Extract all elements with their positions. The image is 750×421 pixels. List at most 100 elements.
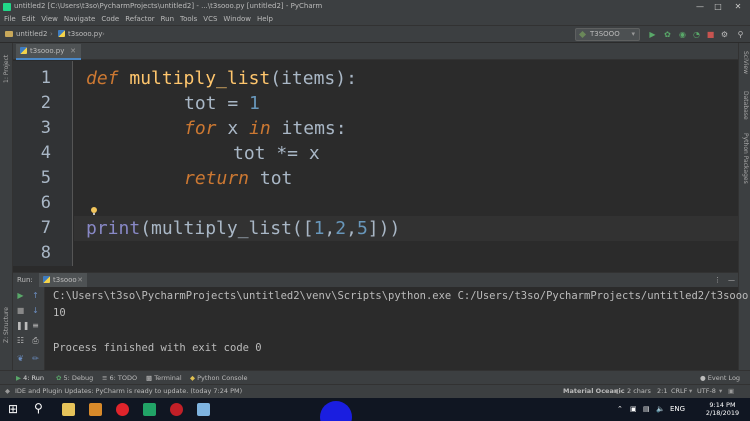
close-tab-icon[interactable]: ✕ <box>77 273 83 288</box>
line-number: 4 <box>40 143 51 163</box>
app-icon[interactable] <box>170 403 183 416</box>
soft-wrap-icon[interactable]: ≡ <box>31 321 40 330</box>
lock-icon[interactable]: ▣ <box>728 385 734 398</box>
network-icon[interactable]: ▤ <box>643 405 650 413</box>
navigation-bar: untitled2 › t3sooo.py › T3SOOO ▾ ▶ ✿ ◉ ◔ … <box>0 25 750 43</box>
menu-window[interactable]: Window <box>220 13 254 25</box>
bug-icon: ✿ <box>56 374 62 382</box>
project-tool-tab[interactable]: 1: Project <box>3 55 10 83</box>
python-packages-tool-tab[interactable]: Python Packages <box>742 133 749 184</box>
settings-icon[interactable]: ✏ <box>31 354 40 363</box>
clock-date: 2/18/2019 <box>705 409 740 417</box>
tool-tab-debug[interactable]: ✿ 5: Debug <box>56 371 93 385</box>
tool-tab-python-console[interactable]: ◆ Python Console <box>190 371 247 385</box>
code-line-1: def multiply_list(items): <box>86 68 357 89</box>
volume-icon[interactable]: 🔈 <box>656 405 665 413</box>
down-arrow-icon[interactable]: ↓ <box>31 306 40 315</box>
code-line-7: print(multiply_list([1,2,5])) <box>86 218 401 239</box>
menu-code[interactable]: Code <box>98 13 122 25</box>
status-message[interactable]: IDE and Plugin Updates: PyCharm is ready… <box>15 385 242 398</box>
menu-run[interactable]: Run <box>158 13 177 25</box>
tray-app-icon[interactable]: ▣ <box>630 405 637 413</box>
breadcrumb-file[interactable]: t3sooo.py <box>58 30 102 38</box>
rerun-icon[interactable]: ▶ <box>16 291 25 300</box>
file-encoding[interactable]: UTF-8 <box>697 385 716 398</box>
database-tool-tab[interactable]: Database <box>742 91 749 120</box>
line-number: 6 <box>40 193 51 213</box>
tool-tab-event-log[interactable]: ● Event Log <box>700 371 740 385</box>
search-icon[interactable]: ⚲ <box>736 30 745 39</box>
menu-refactor[interactable]: Refactor <box>122 13 157 25</box>
pause-icon[interactable]: ❚❚ <box>16 321 29 330</box>
list-icon: ≡ <box>102 374 108 382</box>
maximize-icon[interactable]: □ <box>708 0 728 13</box>
line-number-gutter: 1 2 3 4 5 6 7 8 <box>13 61 73 266</box>
menu-help[interactable]: Help <box>254 13 276 25</box>
tool-tab-terminal[interactable]: ▩ Terminal <box>146 371 182 385</box>
folder-icon <box>5 31 13 37</box>
menu-bar: File Edit View Navigate Code Refactor Run Tools… <box>0 13 750 25</box>
language-indicator[interactable]: ENG <box>670 405 685 413</box>
menu-vcs[interactable]: VCS <box>200 13 220 25</box>
tool-tab-run[interactable]: ▶ 4: Run <box>16 371 44 385</box>
excel-icon[interactable] <box>143 403 156 416</box>
pycharm-window: untitled2 [C:\Users\t3so\PycharmProjects… <box>0 0 750 421</box>
theme-icon: ◐ <box>615 387 621 395</box>
stop-icon[interactable]: ■ <box>706 30 715 39</box>
run-console[interactable]: C:\Users\t3so\PycharmProjects\untitled2\… <box>45 287 750 370</box>
line-number: 8 <box>40 243 51 263</box>
sublime-icon[interactable] <box>89 403 102 416</box>
minimize-panel-icon[interactable]: — <box>728 273 735 288</box>
menu-file[interactable]: File <box>0 13 19 25</box>
close-icon[interactable]: ✕ <box>728 0 748 13</box>
menu-view[interactable]: View <box>38 13 61 25</box>
opera-icon[interactable] <box>116 403 129 416</box>
menu-edit[interactable]: Edit <box>19 13 39 25</box>
more-options-icon[interactable]: ⋮ <box>714 273 721 288</box>
debug-icon[interactable]: ✿ <box>663 30 672 39</box>
settings-wrench-icon[interactable]: ⚙ <box>720 30 729 39</box>
menu-tools[interactable]: Tools <box>177 13 200 25</box>
code-editor[interactable]: def multiply_list(items): tot = 1 for x … <box>74 61 738 266</box>
coverage-icon[interactable]: ◉ <box>678 30 687 39</box>
notification-icon[interactable]: ◆ <box>5 385 10 398</box>
search-icon[interactable]: ⚲ <box>34 401 43 415</box>
python-file-icon <box>20 47 27 54</box>
line-separator[interactable]: CRLF <box>671 385 687 398</box>
run-panel-tab[interactable]: t3sooo ✕ <box>39 273 87 288</box>
run-icon: ▶ <box>16 374 21 382</box>
breadcrumb-separator: › <box>50 30 53 38</box>
up-arrow-icon[interactable]: ↑ <box>31 291 40 300</box>
editor-tab[interactable]: t3sooo.py ✕ <box>16 44 81 60</box>
line-number: 2 <box>40 93 51 113</box>
tool-tab-todo[interactable]: ≡ 6: TODO <box>102 371 137 385</box>
line-number: 7 <box>40 218 51 238</box>
taskbar-clock[interactable]: 9:14 PM 2/18/2019 <box>700 401 745 417</box>
sciview-tool-tab[interactable]: SciView <box>742 51 749 74</box>
breadcrumb-project[interactable]: untitled2 <box>5 30 47 38</box>
menu-navigate[interactable]: Navigate <box>61 13 98 25</box>
notepad-icon[interactable] <box>197 403 210 416</box>
lightbulb-icon[interactable] <box>90 207 98 216</box>
chevron-down-icon: ▾ <box>631 30 635 38</box>
line-number: 3 <box>40 118 51 138</box>
file-explorer-icon[interactable] <box>62 403 75 416</box>
close-tab-icon[interactable]: ✕ <box>70 44 76 58</box>
run-panel-label: Run: <box>17 276 33 284</box>
profile-icon[interactable]: ◔ <box>692 30 701 39</box>
structure-tool-tab[interactable]: Z: Structure <box>3 307 10 343</box>
caret-position[interactable]: 2:1 <box>657 385 667 398</box>
code-line-3: for x in items: <box>184 118 347 139</box>
print-icon[interactable]: ⎙ <box>31 336 40 345</box>
run-icon[interactable]: ▶ <box>648 30 657 39</box>
run-configuration-select[interactable]: T3SOOO ▾ <box>575 28 640 41</box>
clock-time: 9:14 PM <box>709 401 736 409</box>
event-log-icon: ● <box>700 374 706 382</box>
pin-icon[interactable]: ❦ <box>16 354 25 363</box>
dump-threads-icon[interactable]: ☷ <box>16 336 25 345</box>
windows-start-icon[interactable]: ⊞ <box>8 402 18 416</box>
minimize-icon[interactable]: — <box>690 0 710 13</box>
console-line: C:\Users\t3so\PycharmProjects\untitled2\… <box>53 290 750 302</box>
tray-chevron-icon[interactable]: ⌃ <box>617 405 623 413</box>
stop-icon[interactable]: ■ <box>16 306 25 315</box>
